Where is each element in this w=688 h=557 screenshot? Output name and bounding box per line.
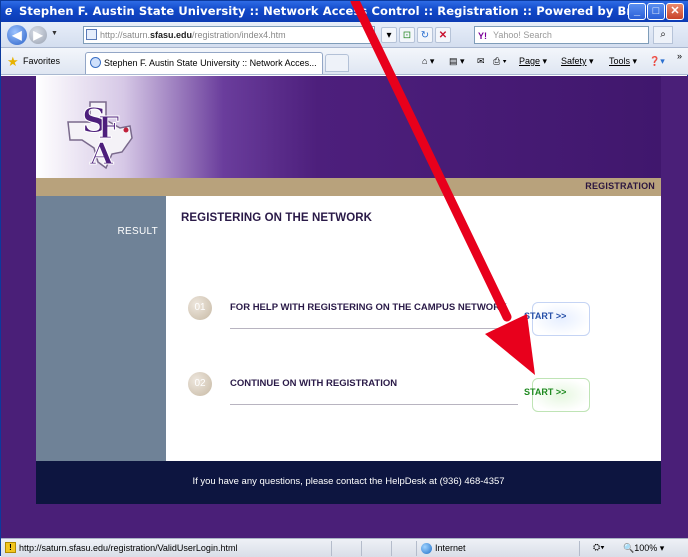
browser-window: e Stephen F. Austin State University :: … [0,0,688,557]
favorites-bar: ★ Favorites Stephen F. Austin State Univ… [1,48,688,75]
status-separator [579,541,580,556]
warning-icon[interactable]: ! [5,542,16,553]
zoom-level: 100% [634,543,658,553]
divider [230,328,518,329]
page-menu-label: Page [519,56,541,66]
status-separator [331,541,332,556]
close-button[interactable]: ✕ [666,3,684,20]
mail-icon[interactable]: ✉ [477,56,485,67]
site-container: S F A REGISTRATION RESULT REGISTERING ON… [36,76,661,538]
site-header: S F A [36,76,661,178]
title-bar: e Stephen F. Austin State University :: … [1,1,688,22]
sidebar: RESULT [36,196,166,461]
step-number-badge: 01 [188,296,212,320]
page-viewport: S F A REGISTRATION RESULT REGISTERING ON… [1,76,688,538]
step-number-badge: 02 [188,372,212,396]
safety-menu[interactable]: Safety ▾ [561,56,594,67]
help-start-label: START >> [524,311,567,321]
page-menu[interactable]: Page ▾ [519,56,547,67]
security-zone[interactable]: Internet [421,543,466,554]
continue-start-label: START >> [524,387,567,397]
print-icon[interactable]: ⎙ ▾ [493,56,506,67]
favorites-button[interactable]: Favorites [23,56,60,66]
page-icon [86,29,97,40]
protected-mode-icon[interactable]: ⛭▾ [593,542,605,553]
status-url: http://saturn.sfasu.edu/registration/Val… [19,543,238,553]
yahoo-logo-icon: Y! [478,31,487,41]
compatibility-icon[interactable]: ⊡ [399,27,415,43]
ie-icon: e [5,3,13,18]
stop-icon[interactable]: ✕ [435,27,451,43]
zoom-control[interactable]: 🔍100% ▾ [623,543,664,554]
step-continue: 02 CONTINUE ON WITH REGISTRATION [188,372,518,405]
status-separator [416,541,417,556]
history-dropdown-icon[interactable]: ▼ [51,30,58,37]
section-bar: REGISTRATION [36,178,661,196]
browser-tab[interactable]: Stephen F. Austin State University :: Ne… [85,52,323,74]
tab-favicon-icon [90,57,101,68]
search-placeholder: Yahoo! Search [493,30,552,40]
helpdesk-text: If you have any questions, please contac… [192,476,505,487]
search-input[interactable]: Y! Yahoo! Search [474,26,649,44]
svg-text:A: A [89,137,114,172]
help-icon[interactable]: ❓▾ [649,56,665,67]
sidebar-item-result[interactable]: RESULT [117,226,158,237]
feeds-icon[interactable]: ▤ ▾ [449,56,465,67]
continue-start-button[interactable]: START >> [524,372,592,416]
tab-title: Stephen F. Austin State University :: Ne… [104,58,317,68]
tools-menu[interactable]: Tools ▾ [609,56,637,67]
status-separator [361,541,362,556]
sfa-logo-icon: S F A [67,101,133,173]
zone-label: Internet [435,543,466,553]
url-dropdown-button[interactable]: ▾ [381,27,397,43]
divider [230,404,518,405]
home-icon[interactable]: ⌂ ▾ [422,56,434,67]
minimize-button[interactable]: _ [628,3,646,20]
step-help-text: FOR HELP WITH REGISTERING ON THE CAMPUS … [230,302,507,313]
status-separator [391,541,392,556]
help-start-button[interactable]: START >> [524,296,592,340]
favorites-star-icon[interactable]: ★ [7,54,19,70]
globe-icon [421,543,432,554]
tools-menu-label: Tools [609,56,631,66]
back-button[interactable]: ◀ [7,25,27,45]
url-input[interactable]: http://saturn.sfasu.edu/registration/ind… [83,26,375,44]
window-title: Stephen F. Austin State University :: Ne… [19,4,629,18]
new-tab-button[interactable] [325,54,349,72]
url-suffix: /registration/index4.htm [192,30,286,40]
address-bar: ◀ ▶ ▼ http://saturn.sfasu.edu/registrati… [1,22,688,48]
url-domain: sfasu.edu [150,30,193,40]
step-continue-text: CONTINUE ON WITH REGISTRATION [230,378,398,389]
forward-button[interactable]: ▶ [29,26,47,44]
search-go-button[interactable]: ⌕ [653,26,673,44]
url-prefix: http://saturn. [100,30,151,40]
chevron-more-icon[interactable]: » [677,51,682,61]
section-label: REGISTRATION [585,181,655,191]
page-title: REGISTERING ON THE NETWORK [181,212,373,224]
status-bar: ! http://saturn.sfasu.edu/registration/V… [1,538,688,557]
main-content: REGISTERING ON THE NETWORK 01 FOR HELP W… [166,196,661,461]
safety-menu-label: Safety [561,56,587,66]
refresh-icon[interactable]: ↻ [417,27,433,43]
maximize-button[interactable]: □ [647,3,665,20]
step-help: 01 FOR HELP WITH REGISTERING ON THE CAMP… [188,296,518,329]
site-footer: If you have any questions, please contac… [36,461,661,504]
